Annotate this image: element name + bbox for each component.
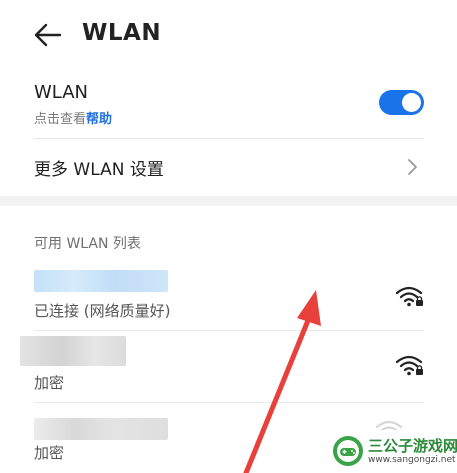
network-status: 加密 xyxy=(34,444,65,462)
available-networks-header: 可用 WLAN 列表 xyxy=(34,236,141,252)
divider xyxy=(34,330,424,331)
network-name-redacted[interactable] xyxy=(34,418,168,440)
section-separator xyxy=(0,196,457,206)
wifi-locked-icon xyxy=(395,355,423,376)
wlan-switch[interactable] xyxy=(379,90,424,115)
network-status: 已连接 (网络质量好) xyxy=(34,302,171,320)
help-link[interactable]: 帮助 xyxy=(86,112,112,127)
top-bar: WLAN xyxy=(0,0,457,70)
wifi-locked-icon xyxy=(395,286,423,307)
page-title: WLAN xyxy=(82,20,162,46)
divider xyxy=(34,138,424,139)
wlan-subtitle: 点击查看帮助 xyxy=(34,108,112,127)
watermark-title: 三公子游戏网 xyxy=(368,437,457,455)
subtitle-prefix: 点击查看 xyxy=(34,112,87,127)
wlan-label: WLAN xyxy=(34,82,89,103)
network-status: 加密 xyxy=(34,374,65,392)
switch-knob xyxy=(402,93,421,112)
chevron-right-icon xyxy=(408,159,417,175)
site-watermark: 三公子游戏网 www.sangongzi.net xyxy=(328,430,457,472)
divider xyxy=(34,402,424,403)
more-wlan-settings-label: 更多 WLAN 设置 xyxy=(34,160,164,180)
network-name-redacted[interactable] xyxy=(20,336,126,366)
network-name-redacted[interactable] xyxy=(34,270,168,292)
wlan-toggle-row[interactable]: WLAN 点击查看帮助 xyxy=(0,76,457,138)
back-arrow-icon[interactable] xyxy=(34,22,62,48)
more-wlan-settings-row[interactable]: 更多 WLAN 设置 xyxy=(0,140,457,194)
watermark-url: www.sangongzi.net xyxy=(368,455,456,465)
gamepad-logo-icon xyxy=(333,436,363,466)
